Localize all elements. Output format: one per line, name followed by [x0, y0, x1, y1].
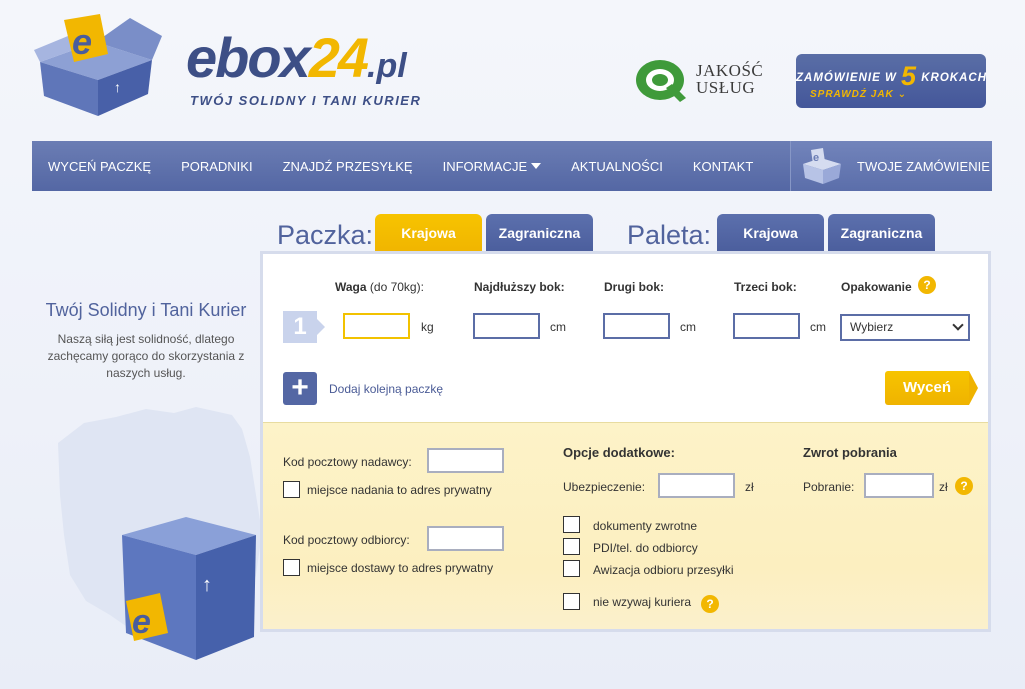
pallet-tabs-label: Paleta:: [627, 220, 712, 250]
logo-box-icon[interactable]: e ↑: [34, 14, 166, 118]
insurance-label: Ubezpieczenie:: [563, 480, 646, 494]
nav-item-poradniki[interactable]: PORADNIKI: [181, 159, 253, 174]
order-steps-suffix: KROKACH: [921, 72, 988, 84]
logo-part-24: 24: [308, 26, 369, 89]
nav-item-aktualnosci[interactable]: AKTUALNOŚCI: [571, 159, 663, 174]
quality-line2: USŁUG: [696, 78, 756, 97]
cod-label: Pobranie:: [803, 480, 855, 494]
parcel-tabs-label: Paczka:: [277, 220, 374, 250]
nav-your-order-label: TWOJE ZAMÓWIENIE: [857, 158, 990, 174]
option-return-docs-label: dokumenty zwrotne: [593, 519, 698, 533]
calculate-price-button[interactable]: Wyceń: [885, 371, 978, 405]
promo-title: Twój Solidny i Tani Kurier: [45, 300, 247, 320]
shipment-details-section: Kod pocztowy nadawcy: miejsce nadania to…: [263, 422, 988, 629]
sender-private-checkbox[interactable]: [283, 481, 300, 498]
packaging-select[interactable]: Wybierz: [840, 314, 970, 341]
nav-item-informacje-label: INFORMACJE: [442, 158, 528, 174]
cod-currency: zł: [939, 480, 948, 494]
parcel-dimensions-section: Waga (do 70kg): Najdłuższy bok: Drugi bo…: [263, 254, 988, 422]
svg-text:e: e: [72, 21, 92, 62]
promo-text: Naszą siłą jest solidność, dlatego zachę…: [47, 332, 245, 380]
insurance-currency: zł: [745, 480, 754, 494]
chevron-down-icon: [952, 319, 964, 331]
packaging-help-icon[interactable]: ?: [918, 276, 936, 294]
packaging-select-value: Wybierz: [850, 320, 894, 334]
third-side-unit: cm: [810, 320, 826, 334]
nav-item-znajdz-przesylke[interactable]: ZNAJDŹ PRZESYŁKĘ: [283, 159, 413, 174]
receiver-zip-input[interactable]: [427, 526, 504, 551]
tab-pallet-international[interactable]: Zagraniczna: [828, 214, 935, 254]
option-pickup-notice-label: Awizacja odbioru przesyłki: [593, 563, 734, 577]
extra-options-title: Opcje dodatkowe:: [563, 445, 675, 460]
option-no-courier-label: nie wzywaj kuriera: [593, 595, 692, 609]
order-steps-prefix: ZAMÓWIENIE W: [796, 72, 897, 84]
main-nav: WYCEŃ PACZKĘ PORADNIKI ZNAJDŹ PRZESYŁKĘ …: [32, 141, 992, 191]
option-return-docs-checkbox[interactable]: [563, 516, 580, 533]
logo-part-ebox: ebox: [186, 26, 311, 89]
svg-text:e: e: [813, 152, 819, 164]
tab-parcel-international[interactable]: Zagraniczna: [486, 214, 593, 254]
tab-parcel-domestic[interactable]: Krajowa: [375, 214, 482, 262]
svg-text:↑: ↑: [202, 574, 212, 596]
cod-help-icon[interactable]: ?: [955, 477, 973, 495]
nav-item-informacje[interactable]: INFORMACJE: [443, 159, 542, 174]
box-icon: e: [803, 148, 841, 184]
weight-input[interactable]: [343, 313, 410, 339]
third-side-label: Trzeci bok:: [734, 280, 797, 294]
packaging-label: Opakowanie: [841, 280, 912, 294]
add-parcel-button[interactable]: +: [283, 372, 317, 405]
plus-icon: +: [291, 371, 309, 404]
pricing-form-card: Waga (do 70kg): Najdłuższy bok: Drugi bo…: [260, 251, 991, 632]
second-side-label: Drugi bok:: [604, 280, 664, 294]
order-steps-number: 5: [901, 61, 918, 91]
longest-side-input[interactable]: [473, 313, 540, 339]
no-courier-help-icon[interactable]: ?: [701, 595, 719, 613]
logo-part-pl: .pl: [367, 47, 407, 85]
logo-wordmark[interactable]: ebox24.pl: [186, 28, 407, 96]
second-side-input[interactable]: [603, 313, 670, 339]
weight-label: Waga (do 70kg):: [335, 280, 424, 294]
receiver-private-checkbox[interactable]: [283, 559, 300, 576]
order-in-5-steps-button[interactable]: ZAMÓWIENIE W 5 KROKACH SPRAWDŹ JAK ⌄: [796, 54, 986, 108]
option-pickup-notice-checkbox[interactable]: [563, 560, 580, 577]
svg-text:e: e: [132, 603, 151, 641]
receiver-zip-label: Kod pocztowy odbiorcy:: [283, 533, 410, 547]
tab-pallet-domestic[interactable]: Krajowa: [717, 214, 824, 254]
second-side-unit: cm: [680, 320, 696, 334]
weight-label-text: Waga: [335, 280, 367, 294]
nav-your-order[interactable]: e TWOJE ZAMÓWIENIE: [790, 141, 992, 191]
quality-line1: JAKOŚĆ: [696, 61, 764, 80]
quality-badge[interactable]: JAKOŚĆ USŁUG: [634, 58, 774, 106]
chevron-down-icon: ⌄: [897, 89, 907, 100]
caret-down-icon: [531, 162, 542, 169]
insurance-input[interactable]: [658, 473, 735, 498]
parcel-step-number: 1: [283, 311, 325, 343]
option-pdi-label: PDI/tel. do odbiorcy: [593, 541, 698, 555]
sender-zip-label: Kod pocztowy nadawcy:: [283, 455, 412, 469]
sender-zip-input[interactable]: [427, 448, 504, 473]
svg-text:↑: ↑: [114, 79, 121, 95]
order-steps-link: SPRAWDŹ JAK: [810, 89, 894, 100]
nav-item-wycen-paczke[interactable]: WYCEŃ PACZKĘ: [48, 159, 151, 174]
option-no-courier-checkbox[interactable]: [563, 593, 580, 610]
cod-title: Zwrot pobrania: [803, 445, 897, 460]
quality-q-icon: [636, 60, 686, 102]
add-parcel-link[interactable]: Dodaj kolejną paczkę: [329, 382, 443, 396]
nav-item-kontakt[interactable]: KONTAKT: [693, 159, 753, 174]
cod-input[interactable]: [864, 473, 934, 498]
logo-tagline: TWÓJ SOLIDNY I TANI KURIER: [190, 93, 422, 108]
weight-unit: kg: [421, 320, 434, 334]
receiver-private-label: miejsce dostawy to adres prywatny: [307, 561, 494, 575]
longest-side-label: Najdłuższy bok:: [474, 280, 565, 294]
weight-hint: (do 70kg):: [369, 280, 424, 294]
option-pdi-checkbox[interactable]: [563, 538, 580, 555]
poland-map-with-box-illustration: ↑ e: [58, 407, 262, 660]
third-side-input[interactable]: [733, 313, 800, 339]
longest-side-unit: cm: [550, 320, 566, 334]
sender-private-label: miejsce nadania to adres prywatny: [307, 483, 492, 497]
